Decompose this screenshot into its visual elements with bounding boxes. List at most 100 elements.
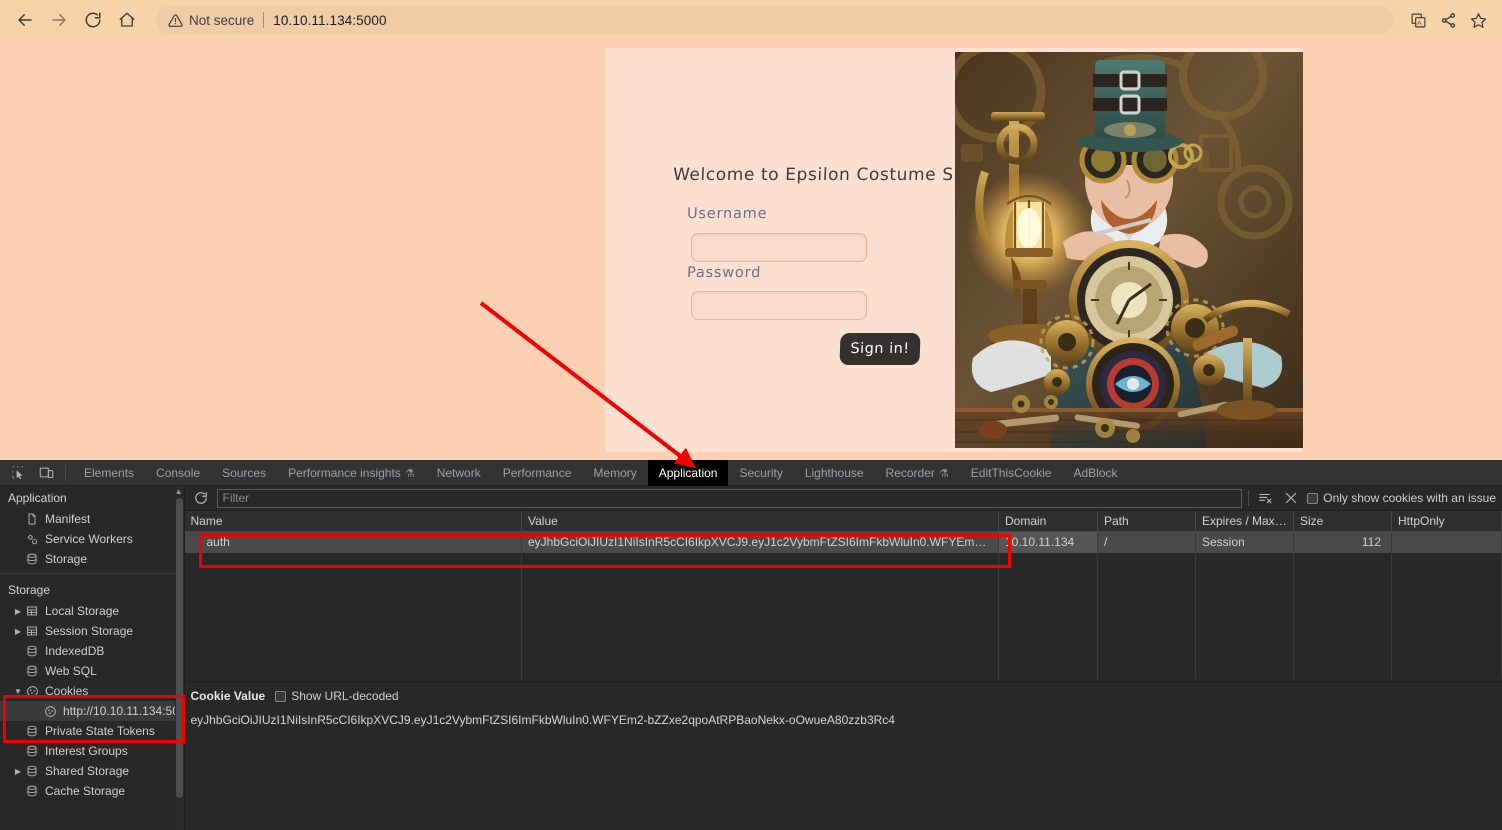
cookie-value-preview: Cookie Value Show URL-decoded eyJhbGciOi… <box>184 682 1502 830</box>
devtools-body: Application Manifest Service Workers Stora… <box>0 486 1502 830</box>
tab-label: EditThisCookie <box>970 465 1052 480</box>
table-empty-row <box>184 594 1502 616</box>
sidebar-item-label: Storage <box>45 552 88 566</box>
tab-label: Performance <box>502 465 572 480</box>
sidebar-item-http-10-10-11-134-500[interactable]: http://10.10.11.134:500 <box>0 701 184 721</box>
share-icon[interactable] <box>1434 6 1462 34</box>
clear-all-cookies-icon[interactable] <box>1255 488 1275 508</box>
tab-application[interactable]: Application <box>647 459 729 486</box>
chevron-right-icon[interactable]: ▶ <box>12 607 24 616</box>
sign-in-button[interactable]: Sign in! <box>839 333 921 365</box>
tab-label: Performance insights <box>288 465 401 480</box>
sidebar-item-cache-storage[interactable]: Cache Storage <box>0 781 184 801</box>
cell-empty <box>1195 552 1294 574</box>
column-header-value[interactable]: Value <box>521 511 999 532</box>
address-bar[interactable]: Not secure 10.10.11.134:5000 <box>156 6 1394 34</box>
device-toolbar-icon[interactable] <box>33 462 59 484</box>
translate-icon[interactable]: A <box>1404 6 1432 34</box>
sidebar-item-session-storage[interactable]: ▶ Session Storage <box>0 621 184 641</box>
cell-empty <box>1293 657 1392 679</box>
forward-icon[interactable] <box>44 5 74 35</box>
table-empty-row <box>184 573 1502 595</box>
chevron-right-icon[interactable]: ▶ <box>12 767 24 776</box>
cell-name[interactable]: auth <box>184 531 522 553</box>
tab-console[interactable]: Console <box>145 460 211 486</box>
cell-empty <box>1391 615 1502 637</box>
cookies-table: Name Value Domain Path Expires / Max-... Size… <box>184 511 1502 679</box>
close-x-icon[interactable] <box>1281 488 1301 508</box>
cookie-icon <box>24 685 40 698</box>
cell-empty <box>998 636 1098 658</box>
browser-toolbar: Not secure 10.10.11.134:5000 A <box>0 0 1502 40</box>
cell-empty <box>1097 657 1196 679</box>
sidebar-item-cookies[interactable]: ▼ Cookies <box>0 681 184 701</box>
cell-value[interactable]: eyJhbGciOiJIUzI1NiIsInR5cCI6IkpXVCJ9.eyJ… <box>521 531 999 553</box>
column-header-name[interactable]: Name <box>184 511 522 532</box>
warning-triangle-icon[interactable] <box>168 13 183 28</box>
gears-icon <box>24 533 40 546</box>
cell-empty <box>184 657 522 679</box>
scrollbar-thumb[interactable] <box>175 498 183 798</box>
table-empty-row <box>184 615 1502 637</box>
table-empty-row <box>184 657 1502 679</box>
search-input[interactable] <box>216 488 1243 508</box>
sidebar-item-local-storage[interactable]: ▶ Local Storage <box>0 601 184 621</box>
cell-path[interactable]: / <box>1097 531 1196 553</box>
show-url-decoded-label: Show URL-decoded <box>291 689 399 703</box>
sidebar-item-storage[interactable]: Storage <box>0 549 184 569</box>
cell-expires[interactable]: Session <box>1195 531 1294 553</box>
only-issues-checkbox[interactable]: Only show cookies with an issue <box>1307 491 1496 505</box>
sidebar-item-private-state-tokens[interactable]: Private State Tokens <box>0 721 184 741</box>
cell-domain[interactable]: 10.10.11.134 <box>998 531 1098 553</box>
tab-adblock[interactable]: AdBlock <box>1062 460 1128 486</box>
tab-memory[interactable]: Memory <box>582 460 647 486</box>
tab-security[interactable]: Security <box>728 460 793 486</box>
tab-recorder[interactable]: Recorder ⚗ <box>875 460 960 486</box>
refresh-icon[interactable] <box>191 488 211 508</box>
inspect-element-icon[interactable] <box>5 462 31 484</box>
cell-size[interactable]: 112 <box>1293 531 1392 553</box>
url-text[interactable]: 10.10.11.134:5000 <box>273 13 386 28</box>
checkbox-box[interactable] <box>1307 492 1319 504</box>
tab-performance-insights[interactable]: Performance insights ⚗ <box>277 460 426 486</box>
sidebar-scrollbar[interactable]: ▲ <box>174 486 184 830</box>
scroll-up-arrow-icon[interactable]: ▲ <box>175 487 183 496</box>
table-row[interactable]: auth eyJhbGciOiJIUzI1NiIsInR5cCI6IkpXVCJ9… <box>184 531 1502 553</box>
sidebar-item-interest-groups[interactable]: Interest Groups <box>0 741 184 761</box>
database-icon <box>24 665 40 677</box>
tab-performance[interactable]: Performance <box>492 460 583 486</box>
tab-network[interactable]: Network <box>426 460 492 486</box>
password-input[interactable] <box>691 291 867 320</box>
database-icon <box>24 745 40 757</box>
sidebar-item-web-sql[interactable]: Web SQL <box>0 661 184 681</box>
show-url-decoded-checkbox[interactable]: Show URL-decoded <box>275 689 399 703</box>
tab-editthiscookie[interactable]: EditThisCookie <box>960 460 1063 486</box>
sidebar-item-shared-storage[interactable]: ▶ Shared Storage <box>0 761 184 781</box>
sidebar-item-manifest[interactable]: Manifest <box>0 509 184 529</box>
reload-icon[interactable] <box>78 5 108 35</box>
cell-httponly[interactable] <box>1391 531 1502 553</box>
column-header-path[interactable]: Path <box>1097 511 1196 532</box>
sidebar-item-label: Web SQL <box>45 664 97 678</box>
sidebar-item-indexeddb[interactable]: IndexedDB <box>0 641 184 661</box>
tab-lighthouse[interactable]: Lighthouse <box>794 460 875 486</box>
username-input[interactable] <box>691 233 867 262</box>
back-icon[interactable] <box>10 5 40 35</box>
column-header-domain[interactable]: Domain <box>998 511 1098 532</box>
home-icon[interactable] <box>112 5 142 35</box>
column-header-expires-max[interactable]: Expires / Max-... <box>1195 511 1294 532</box>
star-icon[interactable] <box>1464 6 1492 34</box>
chevron-right-icon[interactable]: ▶ <box>12 627 24 636</box>
sidebar-item-label: Session Storage <box>45 624 134 638</box>
document-icon <box>24 513 40 525</box>
tab-sources[interactable]: Sources <box>211 460 277 486</box>
sidebar-item-label: Service Workers <box>45 532 133 546</box>
sidebar-item-label: Local Storage <box>45 604 120 618</box>
cookie-preview-header: Cookie Value Show URL-decoded <box>191 689 1497 703</box>
chevron-down-icon[interactable]: ▼ <box>12 687 24 696</box>
column-header-httponly[interactable]: HttpOnly <box>1391 511 1502 532</box>
checkbox-box[interactable] <box>275 690 287 702</box>
column-header-size[interactable]: Size <box>1293 511 1392 532</box>
tab-elements[interactable]: Elements <box>73 460 145 486</box>
sidebar-item-service-workers[interactable]: Service Workers <box>0 529 184 549</box>
